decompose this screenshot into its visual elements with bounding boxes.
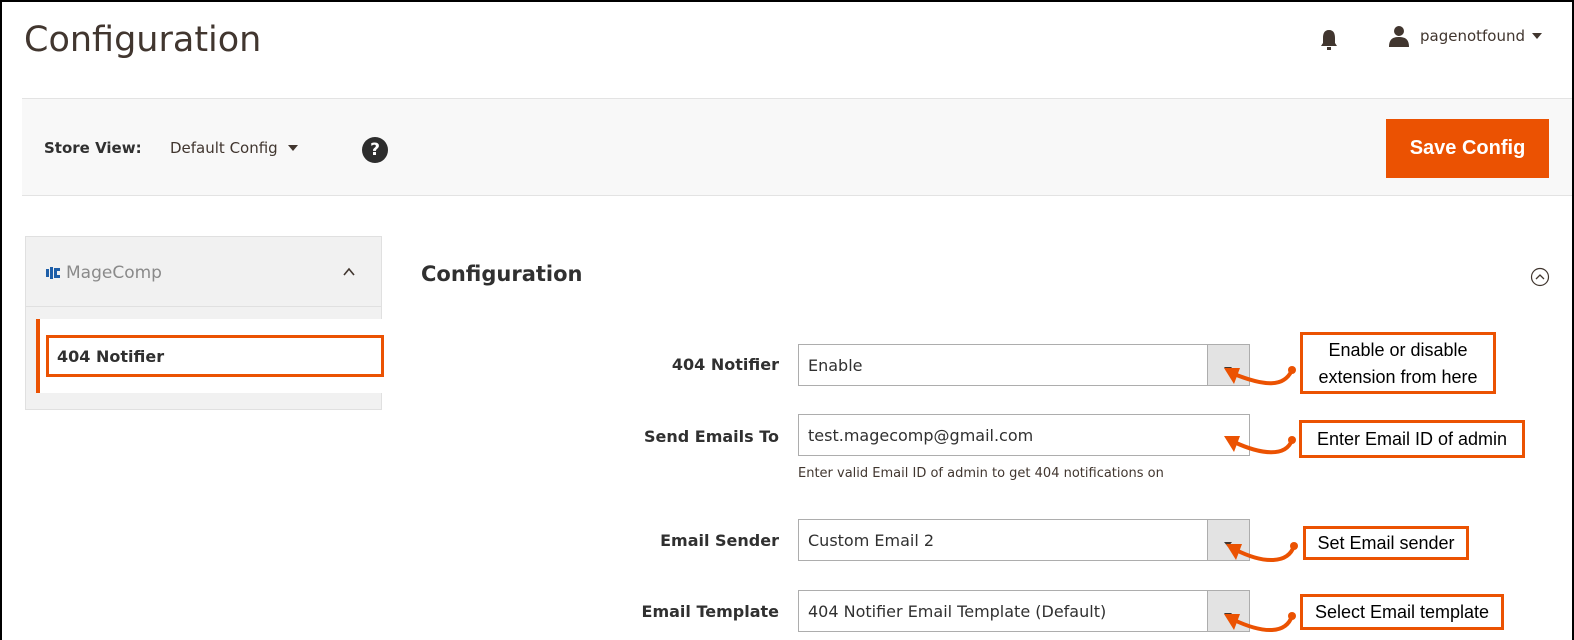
magecomp-logo-icon [46,267,60,279]
callout-email-id: Enter Email ID of admin [1299,420,1525,458]
arrow-4-dot [1288,612,1296,620]
sidebar-item-404-notifier[interactable]: 404 Notifier [36,319,384,393]
select-value: Custom Email 2 [808,530,935,550]
magecomp-brand-text: MageComp [66,263,162,283]
sidebar-item-label: 404 Notifier [46,335,384,377]
chevron-up-icon[interactable] [342,265,356,279]
select-404-notifier[interactable]: Enable [798,344,1250,386]
store-view-value: Default Config [170,139,278,157]
send-emails-to-input[interactable]: test.magecomp@gmail.com [798,414,1250,456]
save-config-button[interactable]: Save Config [1386,119,1549,178]
chevron-down-icon [287,145,298,151]
arrow-2-dot [1288,436,1296,444]
select-email-sender[interactable]: Custom Email 2 [798,519,1250,561]
callout-email-sender: Set Email sender [1303,526,1469,560]
user-icon [1389,26,1409,47]
help-icon[interactable]: ? [362,137,388,163]
arrow-1-dot [1288,366,1296,374]
field-note: Enter valid Email ID of admin to get 404… [798,466,1164,481]
callout-line: Enable or disable [1328,340,1468,360]
select-value: 404 Notifier Email Template (Default) [808,601,1107,621]
field-label-email-template: Email Template [641,602,779,621]
select-email-template[interactable]: 404 Notifier Email Template (Default) [798,590,1250,632]
dropdown-arrow-icon [1207,520,1249,560]
magecomp-logo: MageComp [46,263,162,283]
callout-enable-disable: Enable or disable extension from here [1300,332,1496,394]
store-view-switcher[interactable]: Default Config [170,139,298,157]
store-view-bar: Store View: Default Config ? Save Config [22,98,1572,196]
config-sidebar: MageComp 404 Notifier [25,236,384,410]
page-title: Configuration [24,20,262,60]
notifications-bell-icon[interactable] [1318,28,1340,52]
page-frame: Configuration pagenotfound Store View: D… [0,0,1574,640]
dropdown-arrow-icon [1207,591,1249,631]
sidebar-group-magecomp[interactable]: MageComp [26,237,381,307]
field-label-send-emails-to: Send Emails To [643,427,779,446]
callout-email-template: Select Email template [1300,594,1504,630]
collapse-section-icon[interactable] [1530,267,1550,287]
arrow-3-dot [1290,542,1298,550]
dropdown-arrow-icon [1207,345,1249,385]
select-value: Enable [808,355,863,375]
section-title: Configuration [421,262,583,286]
store-view-label: Store View: [44,139,142,157]
field-label-404-notifier: 404 Notifier [671,355,779,374]
callout-line: extension from here [1318,367,1478,387]
input-value: test.magecomp@gmail.com [808,425,1034,445]
user-name: pagenotfound [1420,27,1526,45]
user-menu[interactable]: pagenotfound [1388,24,1543,48]
field-label-email-sender: Email Sender [660,531,779,550]
chevron-down-icon [1532,33,1543,39]
